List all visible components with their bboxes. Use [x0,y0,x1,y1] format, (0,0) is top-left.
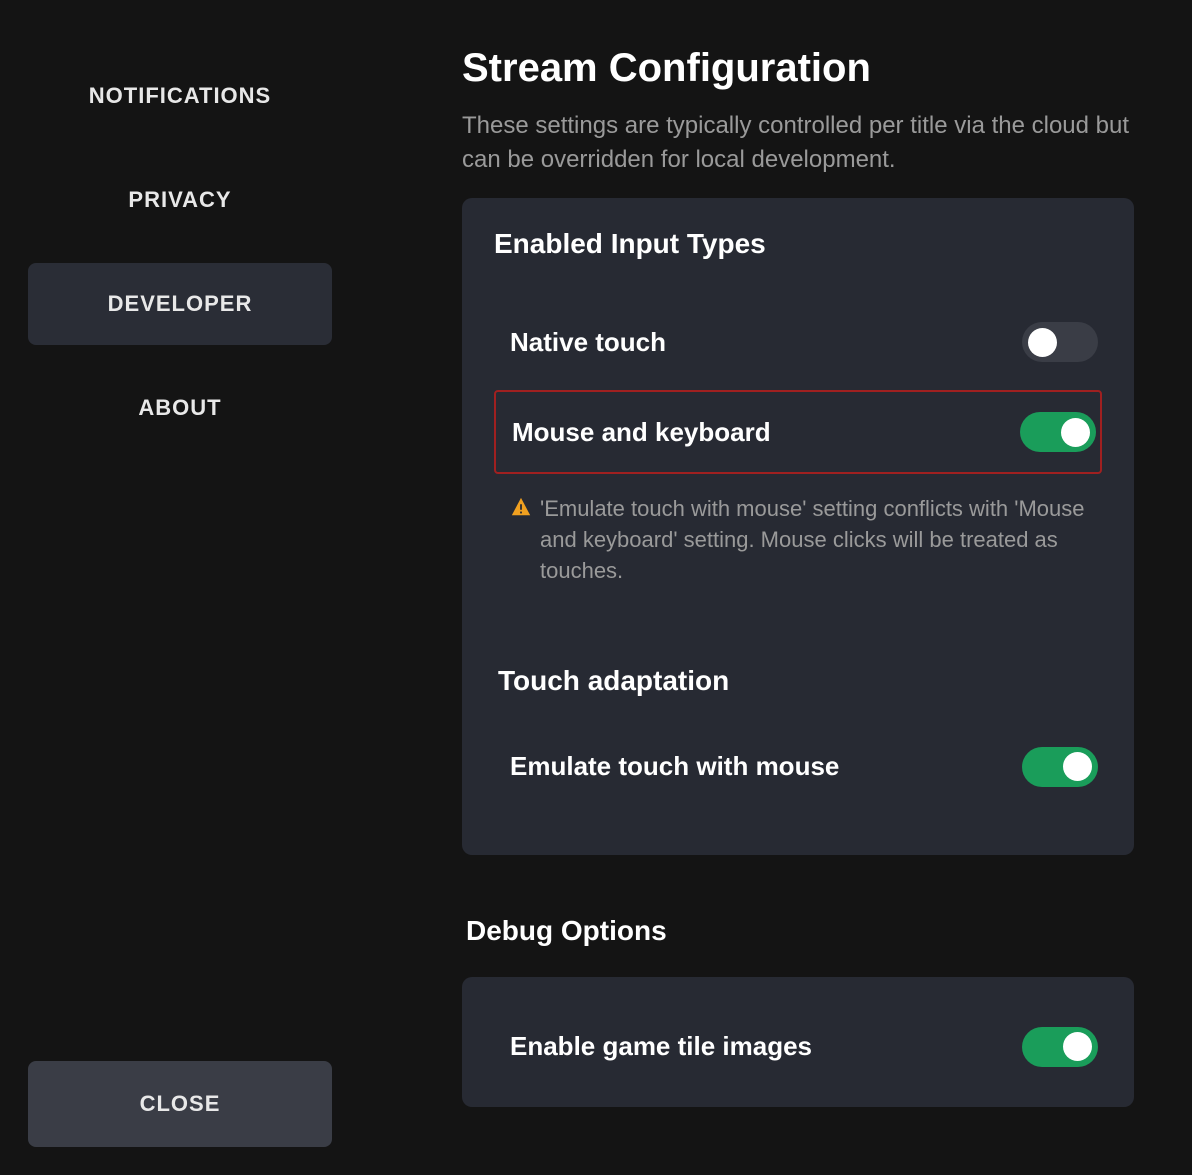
close-button-label: CLOSE [140,1091,221,1116]
debug-options-panel: Enable game tile images [462,977,1134,1107]
sidebar-item-label: NOTIFICATIONS [89,83,271,108]
sidebar: NOTIFICATIONS PRIVACY DEVELOPER ABOUT CL… [0,0,360,1175]
mouse-keyboard-label: Mouse and keyboard [512,417,771,448]
debug-options-title: Debug Options [466,915,1134,947]
game-tile-row: Enable game tile images [494,1007,1102,1087]
panel-title: Enabled Input Types [494,228,1102,260]
page-title: Stream Configuration [462,46,1134,91]
emulate-touch-label: Emulate touch with mouse [510,751,839,782]
emulate-touch-row: Emulate touch with mouse [494,727,1102,807]
sidebar-item-label: DEVELOPER [108,291,253,316]
enabled-input-types-panel: Enabled Input Types Native touch Mouse a… [462,198,1134,854]
close-button[interactable]: CLOSE [28,1061,332,1147]
game-tile-toggle[interactable] [1022,1027,1098,1067]
sidebar-item-label: PRIVACY [128,187,231,212]
page-subtitle: These settings are typically controlled … [462,109,1134,176]
sidebar-item-developer[interactable]: DEVELOPER [28,263,332,345]
emulate-touch-toggle[interactable] [1022,747,1098,787]
sidebar-item-privacy[interactable]: PRIVACY [28,159,332,241]
sidebar-item-about[interactable]: ABOUT [28,367,332,449]
main-content: Stream Configuration These settings are … [360,0,1192,1175]
toggle-knob [1061,418,1090,447]
native-touch-toggle[interactable] [1022,322,1098,362]
mouse-keyboard-row: Mouse and keyboard [494,390,1102,474]
game-tile-label: Enable game tile images [510,1031,812,1062]
warning-row: 'Emulate touch with mouse' setting confl… [494,482,1102,586]
sidebar-items: NOTIFICATIONS PRIVACY DEVELOPER ABOUT [28,55,332,1061]
warning-icon [510,496,532,527]
sidebar-item-notifications[interactable]: NOTIFICATIONS [28,55,332,137]
warning-text: 'Emulate touch with mouse' setting confl… [540,494,1086,586]
touch-adaptation-title: Touch adaptation [498,665,1102,697]
mouse-keyboard-toggle[interactable] [1020,412,1096,452]
native-touch-label: Native touch [510,327,666,358]
toggle-knob [1063,1032,1092,1061]
toggle-knob [1028,328,1057,357]
toggle-knob [1063,752,1092,781]
native-touch-row: Native touch [494,302,1102,382]
sidebar-item-label: ABOUT [138,395,221,420]
